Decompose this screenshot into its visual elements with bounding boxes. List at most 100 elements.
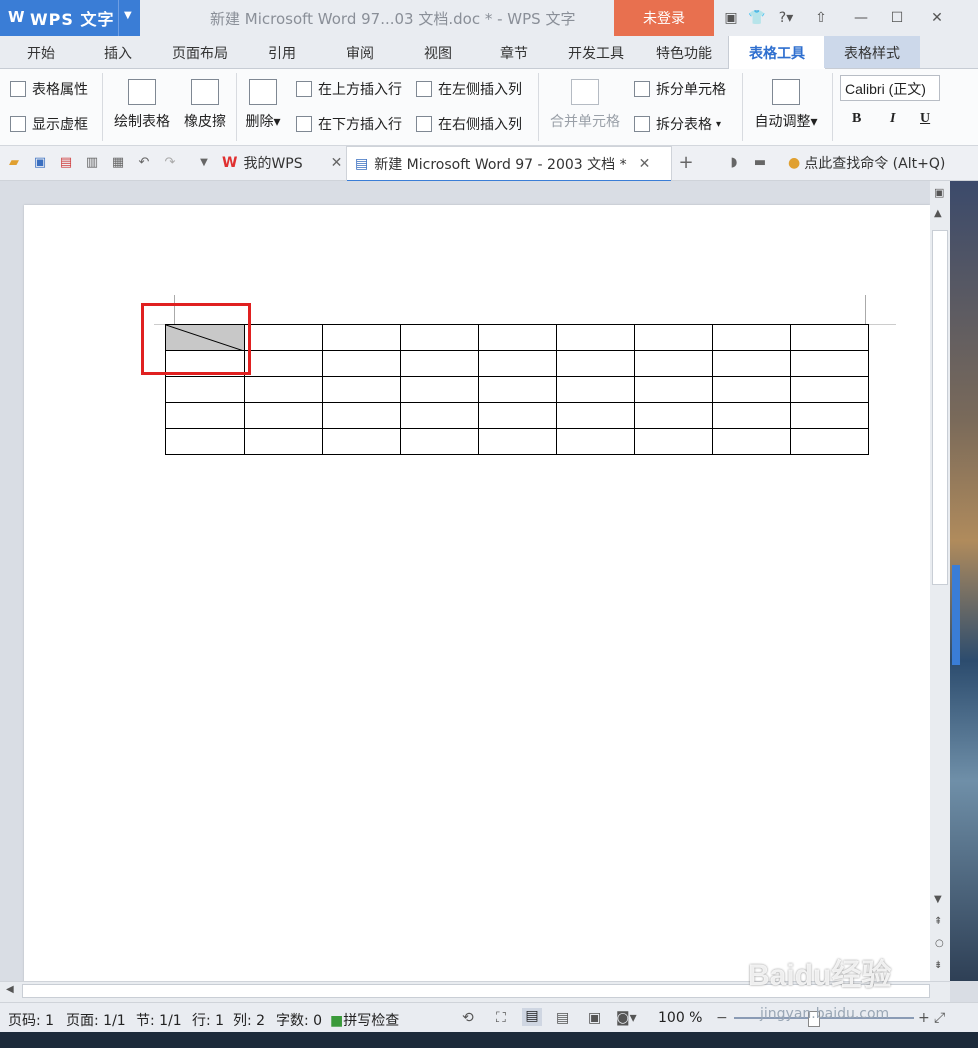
open-folder-icon[interactable]: ▰ — [6, 155, 22, 171]
table-cell[interactable] — [400, 324, 479, 351]
undo-icon[interactable]: ↶ — [136, 155, 152, 171]
restore-icon[interactable]: ☐ — [888, 9, 906, 27]
shirt-icon[interactable]: 👕 — [748, 9, 766, 27]
scroll-down-icon[interactable]: ▼ — [934, 894, 942, 905]
table-cell[interactable] — [322, 350, 401, 377]
split-cells-button[interactable]: 拆分单元格 — [634, 79, 726, 99]
outline-view-icon[interactable]: ▤ — [556, 1010, 569, 1026]
table-cell[interactable] — [322, 324, 401, 351]
insert-row-below-button[interactable]: 在下方插入行 — [296, 114, 402, 134]
table-properties-button[interactable]: 表格属性 — [10, 79, 88, 99]
help-icon[interactable]: ?▾ — [774, 9, 798, 27]
document-table[interactable] — [165, 324, 869, 455]
export-pdf-icon[interactable]: ▤ — [58, 155, 74, 171]
tab-my-wps[interactable]: W 我的WPS ✕ — [222, 146, 342, 180]
zoom-out-icon[interactable]: − — [716, 1010, 728, 1026]
upload-icon[interactable]: ⇧ — [812, 9, 830, 27]
table-cell[interactable] — [165, 402, 245, 429]
browse-object-icon[interactable]: ○ — [935, 938, 944, 949]
reading-view-icon[interactable]: ◙▾ — [616, 1010, 637, 1026]
draw-table-button[interactable]: 绘制表格 — [110, 79, 174, 131]
web-view-icon[interactable]: ▣ — [588, 1010, 601, 1026]
table-cell[interactable] — [322, 402, 401, 429]
table-cell[interactable] — [478, 428, 557, 455]
skin-icon[interactable]: ▣ — [722, 9, 740, 27]
tab-table-style[interactable]: 表格样式 — [824, 36, 920, 68]
italic-button[interactable]: I — [890, 111, 895, 127]
prev-page-icon[interactable]: ⇞ — [934, 916, 942, 927]
table-cell[interactable] — [322, 376, 401, 403]
table-cell[interactable] — [712, 402, 791, 429]
table-cell[interactable] — [400, 376, 479, 403]
split-view-icon[interactable]: ▣ — [934, 186, 944, 199]
close-icon[interactable]: ✕ — [928, 9, 946, 27]
table-cell[interactable] — [400, 428, 479, 455]
table-cell[interactable] — [244, 428, 323, 455]
tab-developer[interactable]: 开发工具 — [560, 36, 632, 68]
table-cell[interactable] — [556, 376, 635, 403]
table-cell[interactable] — [322, 428, 401, 455]
table-cell[interactable] — [634, 402, 713, 429]
table-cell[interactable] — [165, 376, 245, 403]
auto-fit-button[interactable]: 自动调整▾ — [748, 79, 824, 131]
table-cell[interactable] — [790, 376, 869, 403]
table-cell[interactable] — [244, 376, 323, 403]
table-cell[interactable] — [790, 350, 869, 377]
new-tab-icon[interactable]: + — [678, 154, 694, 172]
command-search[interactable]: ● 点此查找命令 (Alt+Q) — [788, 146, 945, 180]
zoom-in-icon[interactable]: + — [918, 1010, 930, 1026]
app-menu-button[interactable]: W WPS 文字 ▼ — [0, 0, 140, 36]
login-button[interactable]: 未登录 — [614, 0, 714, 36]
tab-table-tools[interactable]: 表格工具 — [728, 36, 826, 69]
table-cell[interactable] — [244, 402, 323, 429]
tab-page-layout[interactable]: 页面布局 — [164, 36, 236, 68]
font-family-select[interactable]: Calibri (正文) — [840, 75, 940, 101]
split-table-button[interactable]: 拆分表格 ▾ — [634, 114, 721, 134]
table-cell[interactable] — [478, 324, 557, 351]
doc-icon[interactable]: ◗ — [726, 155, 742, 171]
table-cell[interactable] — [556, 428, 635, 455]
table-cell[interactable] — [478, 376, 557, 403]
table-cell[interactable] — [556, 324, 635, 351]
tab-references[interactable]: 引用 — [258, 36, 306, 68]
table-cell[interactable] — [634, 428, 713, 455]
scroll-up-icon[interactable]: ▲ — [934, 208, 942, 219]
table-cell[interactable] — [244, 324, 323, 351]
eraser-button[interactable]: 橡皮擦 — [180, 79, 230, 131]
show-gridlines-button[interactable]: 显示虚框 — [10, 114, 88, 134]
table-cell[interactable] — [165, 428, 245, 455]
tab-view[interactable]: 视图 — [414, 36, 462, 68]
table-cell[interactable] — [556, 350, 635, 377]
comment-icon[interactable]: ▬ — [752, 155, 768, 171]
table-cell[interactable] — [790, 428, 869, 455]
chevron-down-icon[interactable]: ▼ — [124, 10, 132, 21]
tab-special[interactable]: 特色功能 — [648, 36, 720, 68]
page-view-icon[interactable]: ▤ — [522, 1008, 542, 1026]
vertical-scroll-thumb[interactable] — [932, 230, 948, 585]
redo-icon[interactable]: ↷ — [162, 155, 178, 171]
table-cell[interactable] — [790, 324, 869, 351]
insert-row-above-button[interactable]: 在上方插入行 — [296, 79, 402, 99]
table-cell[interactable] — [712, 324, 791, 351]
fullscreen-icon[interactable]: ⛶ — [496, 1010, 506, 1026]
underline-button[interactable]: U — [920, 111, 930, 127]
insert-col-right-button[interactable]: 在右侧插入列 — [416, 114, 522, 134]
spell-check-button[interactable]: ■拼写检查 — [330, 1010, 399, 1030]
table-cell[interactable] — [634, 376, 713, 403]
table-cell[interactable] — [556, 402, 635, 429]
table-cell[interactable] — [400, 402, 479, 429]
print-preview-icon[interactable]: ▦ — [110, 155, 126, 171]
table-cell[interactable] — [712, 376, 791, 403]
fit-icon[interactable]: ⤢ — [934, 1010, 945, 1026]
delete-button[interactable]: 删除▾ — [240, 79, 286, 131]
side-panel-toggle[interactable] — [952, 565, 960, 665]
table-cell[interactable] — [244, 350, 323, 377]
table-cell[interactable] — [712, 428, 791, 455]
tab-home[interactable]: 开始 — [14, 36, 68, 68]
table-cell[interactable] — [790, 402, 869, 429]
close-icon[interactable]: ✕ — [331, 155, 343, 171]
history-icon[interactable]: ⟲ — [462, 1010, 474, 1026]
insert-col-left-button[interactable]: 在左侧插入列 — [416, 79, 522, 99]
print-icon[interactable]: ▥ — [84, 155, 100, 171]
merge-cells-button[interactable]: 合并单元格 — [546, 79, 624, 131]
